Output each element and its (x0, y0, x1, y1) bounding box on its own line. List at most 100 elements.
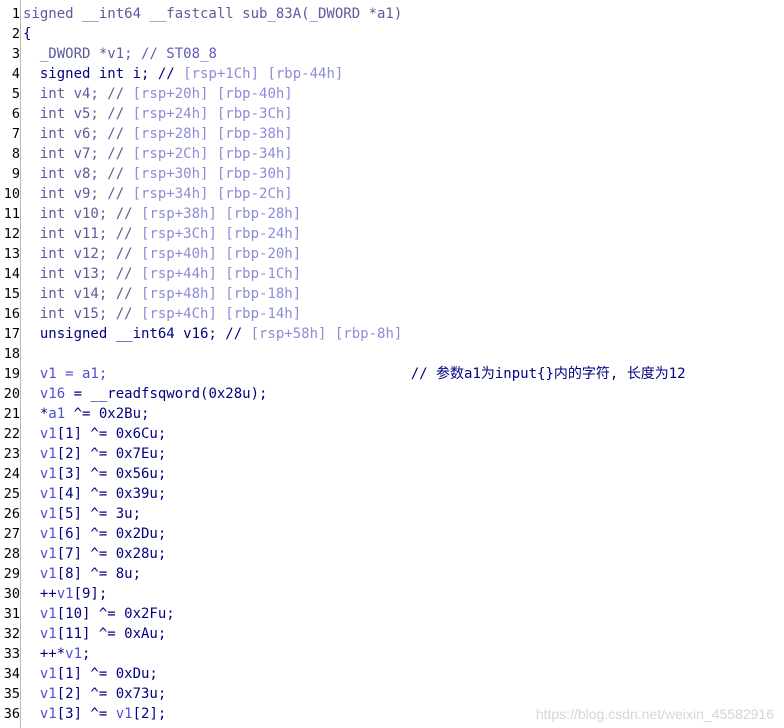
line-number: 16 (3, 306, 20, 322)
code-line[interactable]: 31 v1[10] ^= 0x2Fu; (0, 604, 784, 624)
code-line[interactable]: 3 _DWORD *v1; // ST08_8 (0, 44, 784, 64)
code-token: [rsp+20h] [rbp-40h] (132, 86, 293, 102)
line-number: 13 (3, 246, 20, 262)
code-line[interactable]: 5 int v4; // [rsp+20h] [rbp-40h] (0, 84, 784, 104)
code-token: [rsp+58h] [rbp-8h] (250, 326, 403, 342)
code-text: int v7; // [rsp+2Ch] [rbp-34h] (23, 144, 293, 164)
code-token: v1 (39, 566, 57, 582)
code-token: [rsp+1Ch] [rbp-44h] (183, 66, 344, 82)
line-number: 10 (3, 186, 20, 202)
code-line[interactable]: 16 int v15; // [rsp+4Ch] [rbp-14h] (0, 304, 784, 324)
code-line[interactable]: 33 ++*v1; (0, 644, 784, 664)
code-text: int v4; // [rsp+20h] [rbp-40h] (23, 84, 293, 104)
code-line[interactable]: 8 int v7; // [rsp+2Ch] [rbp-34h] (0, 144, 784, 164)
line-number: 11 (3, 206, 20, 222)
code-line[interactable]: 7 int v6; // [rsp+28h] [rbp-38h] (0, 124, 784, 144)
code-text: unsigned __int64 v16; // [rsp+58h] [rbp-… (23, 324, 402, 344)
code-line[interactable]: 11 int v10; // [rsp+38h] [rbp-28h] (0, 204, 784, 224)
code-line[interactable]: 18 (0, 344, 784, 364)
line-number: 1 (11, 6, 20, 22)
code-line[interactable]: 10 int v9; // [rsp+34h] [rbp-2Ch] (0, 184, 784, 204)
line-number: 4 (11, 66, 20, 82)
code-token: v1 (39, 506, 57, 522)
code-token: // 参数a1为input{}内的字符, 长度为12 (410, 366, 686, 382)
code-text: ++*v1; (23, 644, 91, 664)
code-text: int v14; // [rsp+48h] [rbp-18h] (23, 284, 301, 304)
code-token: v1 (39, 526, 57, 542)
code-line[interactable]: 14 int v13; // [rsp+44h] [rbp-1Ch] (0, 264, 784, 284)
code-text: v1[1] ^= 0x6Cu; (23, 424, 166, 444)
code-line[interactable]: 26 v1[5] ^= 3u; (0, 504, 784, 524)
code-line[interactable]: 29 v1[8] ^= 8u; (0, 564, 784, 584)
code-line[interactable]: 28 v1[7] ^= 0x28u; (0, 544, 784, 564)
code-line[interactable]: 27 v1[6] ^= 0x2Du; (0, 524, 784, 544)
code-token: [10] ^= 0x2Fu; (56, 606, 175, 622)
line-number: 32 (3, 626, 20, 642)
code-line[interactable]: 19 v1 = a1; // 参数a1为input{}内的字符, 长度为12 (0, 364, 784, 384)
code-text: _DWORD *v1; // ST08_8 (23, 44, 217, 64)
code-token: int v9; // (39, 186, 133, 202)
code-token: [rsp+4Ch] [rbp-14h] (141, 306, 302, 322)
line-number: 6 (11, 106, 20, 122)
code-line[interactable]: 32 v1[11] ^= 0xAu; (0, 624, 784, 644)
code-token: [rsp+3Ch] [rbp-24h] (141, 226, 302, 242)
code-line[interactable]: 6 int v5; // [rsp+24h] [rbp-3Ch] (0, 104, 784, 124)
code-line[interactable]: 13 int v12; // [rsp+40h] [rbp-20h] (0, 244, 784, 264)
code-line[interactable]: 4 signed int i; // [rsp+1Ch] [rbp-44h] (0, 64, 784, 84)
line-number: 9 (11, 166, 20, 182)
line-number: 30 (3, 586, 20, 602)
code-line[interactable]: 35 v1[2] ^= 0x73u; (0, 684, 784, 704)
code-line[interactable]: 17 unsigned __int64 v16; // [rsp+58h] [r… (0, 324, 784, 344)
code-line[interactable]: 12 int v11; // [rsp+3Ch] [rbp-24h] (0, 224, 784, 244)
code-text: v16 = __readfsqword(0x28u); (23, 384, 268, 404)
code-line[interactable]: 15 int v14; // [rsp+48h] [rbp-18h] (0, 284, 784, 304)
code-line[interactable]: 20 v16 = __readfsqword(0x28u); (0, 384, 784, 404)
code-line[interactable]: 9 int v8; // [rsp+30h] [rbp-30h] (0, 164, 784, 184)
code-line[interactable]: 25 v1[4] ^= 0x39u; (0, 484, 784, 504)
code-token: = __readfsqword(0x28u); (65, 386, 268, 402)
line-number: 15 (3, 286, 20, 302)
code-token: [rsp+30h] [rbp-30h] (132, 166, 293, 182)
code-token: v1 (39, 486, 57, 502)
code-token: [rsp+28h] [rbp-38h] (132, 126, 293, 142)
code-line[interactable]: 34 v1[1] ^= 0xDu; (0, 664, 784, 684)
code-token: int v6; // (39, 126, 133, 142)
code-line[interactable]: 1 signed __int64 __fastcall sub_83A(_DWOR… (0, 4, 784, 24)
line-number: 7 (11, 126, 20, 142)
watermark: https://blog.csdn.net/weixin_45582916 (535, 706, 774, 722)
code-text: int v10; // [rsp+38h] [rbp-28h] (23, 204, 301, 224)
code-line[interactable]: 22 v1[1] ^= 0x6Cu; (0, 424, 784, 444)
code-token: [rsp+48h] [rbp-18h] (141, 286, 302, 302)
code-token: [rsp+24h] [rbp-3Ch] (132, 106, 293, 122)
code-token: a1 (48, 406, 66, 422)
line-number: 17 (3, 326, 20, 342)
code-token: signed int i; // (39, 66, 184, 82)
code-text: int v13; // [rsp+44h] [rbp-1Ch] (23, 264, 301, 284)
line-number: 29 (3, 566, 20, 582)
code-line[interactable]: 2{ (0, 24, 784, 44)
code-token: [1] ^= 0xDu; (56, 666, 158, 682)
code-line[interactable]: 23 v1[2] ^= 0x7Eu; (0, 444, 784, 464)
code-line[interactable]: 21 *a1 ^= 0x2Bu; (0, 404, 784, 424)
code-text: signed int i; // [rsp+1Ch] [rbp-44h] (23, 64, 343, 84)
pseudocode-viewer[interactable]: 1 signed __int64 __fastcall sub_83A(_DWOR… (0, 0, 784, 728)
line-number: 35 (3, 686, 20, 702)
code-line[interactable]: 30 ++v1[9]; (0, 584, 784, 604)
code-line[interactable]: 24 v1[3] ^= 0x56u; (0, 464, 784, 484)
code-token: [rsp+34h] [rbp-2Ch] (132, 186, 293, 202)
